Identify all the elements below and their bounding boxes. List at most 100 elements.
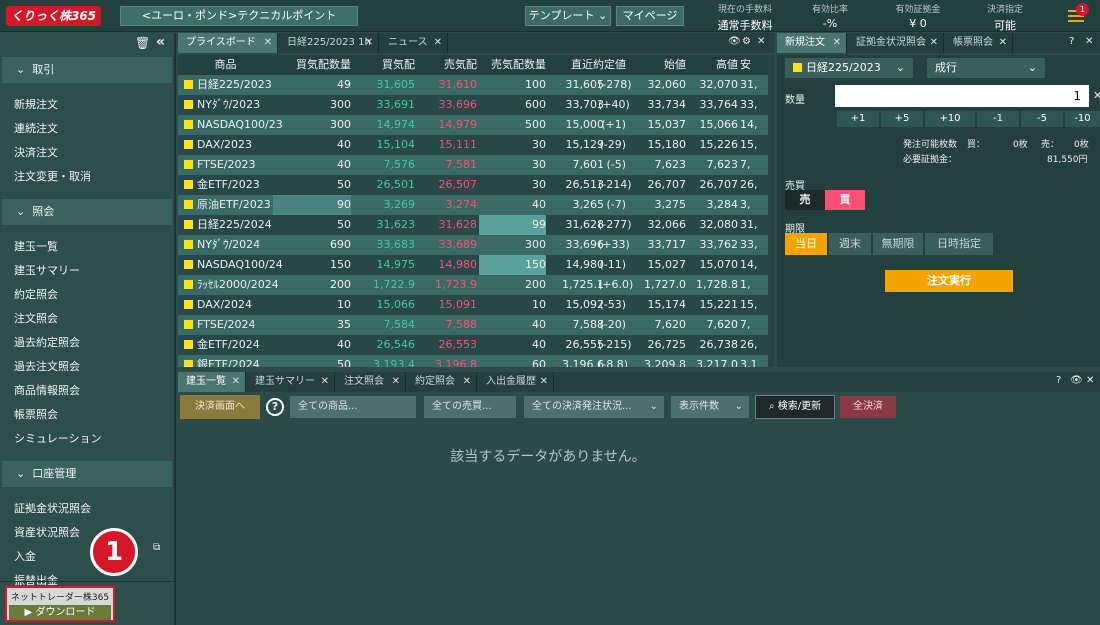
sidebar-item-modify-order[interactable]: 注文変更・取消	[0, 165, 174, 189]
close-icon[interactable]: ✕	[434, 33, 442, 53]
sidebar-item-deposit[interactable]: 入金	[0, 545, 174, 569]
column-header[interactable]: 買気配	[353, 55, 415, 75]
sell-button[interactable]: 売	[785, 190, 825, 210]
buy-button[interactable]: 買	[825, 190, 865, 210]
brand-logo[interactable]: くりっく株365	[6, 6, 101, 26]
close-icon[interactable]: ✕	[321, 372, 329, 392]
trash-icon[interactable]: 🗑	[135, 36, 150, 50]
sidebar-section-trade[interactable]: ⌄ 取引	[2, 57, 172, 83]
term-today-button[interactable]: 当日	[785, 233, 827, 255]
settle-screen-button[interactable]: 決済画面へ	[180, 395, 260, 419]
news-ticker-title[interactable]: <ユーロ・ポンド>テクニカルポイント	[120, 6, 358, 26]
external-link-icon[interactable]: ⧉	[153, 542, 160, 553]
sidebar-item-new-order[interactable]: 新規注文	[0, 93, 174, 117]
price-scrollbar[interactable]	[768, 55, 774, 367]
submit-order-button[interactable]: 注文実行	[885, 270, 1013, 292]
sidebar-item-simulation[interactable]: シミュレーション	[0, 427, 174, 451]
qty-input[interactable]: 1	[835, 85, 1089, 107]
eye-icon[interactable]: 👁	[728, 36, 741, 47]
product-select[interactable]: 日経225/2023 ⌄	[785, 58, 913, 78]
product-filter[interactable]: 全ての商品...	[290, 396, 416, 418]
close-icon[interactable]: ✕	[463, 372, 471, 392]
tab-orders[interactable]: 注文照会 ✕	[336, 372, 406, 392]
sidebar-item-settle-order[interactable]: 決済注文	[0, 141, 174, 165]
close-icon[interactable]: ✕	[392, 372, 400, 392]
gear-icon[interactable]: ⚙	[742, 36, 751, 47]
clear-icon[interactable]: ✕	[1093, 89, 1100, 102]
column-header[interactable]: 買気配数量	[273, 55, 351, 75]
column-header[interactable]: 売気配数量	[479, 55, 546, 75]
tab-priceboard[interactable]: プライスボード ✕	[178, 33, 278, 53]
sidebar-item-executions[interactable]: 約定照会	[0, 283, 174, 307]
table-row[interactable]: NASDAQ100/23 300 14,974 14,979 500 15,000 (+1)…	[178, 115, 768, 135]
term-indefinite-button[interactable]: 無期限	[873, 233, 923, 255]
close-icon[interactable]: ✕	[1086, 375, 1094, 386]
column-header[interactable]: 商品	[178, 55, 273, 75]
table-row[interactable]: 金ETF/2024 40 26,546 26,553 40 26,555 (-215) 26,…	[178, 335, 768, 355]
search-refresh-button[interactable]: ⌕ 検索/更新	[755, 395, 835, 419]
tab-positions[interactable]: 建玉一覧 ✕	[178, 372, 246, 392]
step-minus-10[interactable]: -10	[1065, 111, 1100, 127]
sidebar-item-continuous-order[interactable]: 連続注文	[0, 117, 174, 141]
step-minus-5[interactable]: -5	[1021, 111, 1063, 127]
close-icon[interactable]: ✕	[833, 33, 841, 53]
step-plus-5[interactable]: +5	[881, 111, 923, 127]
status-filter[interactable]: 全ての決済発注状況... ⌄	[524, 396, 664, 418]
column-header[interactable]: 高値	[688, 55, 738, 75]
table-row[interactable]: 日経225/2024 50 31,623 31,628 99 31,628 (-277) 32…	[178, 215, 768, 235]
help-icon[interactable]: ?	[266, 398, 284, 416]
table-row[interactable]: FTSE/2023 40 7,576 7,581 30 7,601 (-5) 7,623 7,6…	[178, 155, 768, 175]
sidebar-item-past-executions[interactable]: 過去約定照会	[0, 331, 174, 355]
sidebar-item-reports[interactable]: 帳票照会	[0, 403, 174, 427]
column-header[interactable]: 安	[740, 55, 768, 75]
sidebar-item-positions[interactable]: 建玉一覧	[0, 235, 174, 259]
table-row[interactable]: 銀ETF/2024 50 3,193.4 3,196.8 60 3,196.6 (-8.8)…	[178, 355, 768, 367]
table-row[interactable]: NASDAQ100/24 150 14,975 14,980 150 14,980 (-11…	[178, 255, 768, 275]
step-plus-10[interactable]: +10	[925, 111, 975, 127]
sidebar-item-product-info[interactable]: 商品情報照会	[0, 379, 174, 403]
tab-news[interactable]: ニュース ✕	[380, 33, 448, 53]
tab-reports[interactable]: 帳票照会 ✕	[945, 33, 1013, 53]
collapse-icon[interactable]: «	[156, 34, 165, 50]
table-row[interactable]: NYﾀﾞｳ/2024 690 33,683 33,689 300 33,696 (+33) 3…	[178, 235, 768, 255]
table-row[interactable]: FTSE/2024 35 7,584 7,588 40 7,588 (-20) 7,620 7,…	[178, 315, 768, 335]
download-button[interactable]: ▶ ダウンロード	[9, 605, 111, 620]
term-week-button[interactable]: 週末	[829, 233, 871, 255]
table-row[interactable]: DAX/2023 40 15,104 15,111 30 15,129 (-29) 15,18…	[178, 135, 768, 155]
sidebar-section-inquiry[interactable]: ⌄ 照会	[2, 199, 172, 225]
tab-new-order[interactable]: 新規注文 ✕	[777, 33, 847, 53]
term-datetime-button[interactable]: 日時指定	[925, 233, 993, 255]
table-row[interactable]: ﾗｯｾﾙ2000/2024 200 1,722.9 1,723.9 200 1,725.1…	[178, 275, 768, 295]
download-banner[interactable]: ネットトレーダー株365 ▶ ダウンロード	[5, 586, 115, 622]
sidebar-item-asset-status[interactable]: 資産状況照会	[0, 521, 174, 545]
column-header[interactable]: 売気配	[415, 55, 477, 75]
column-header[interactable]: 直近約定値	[548, 55, 626, 75]
close-icon[interactable]: ✕	[757, 36, 765, 47]
tab-executions[interactable]: 約定照会 ✕	[407, 372, 477, 392]
settle-all-button[interactable]: 全決済	[840, 396, 896, 418]
tab-cash-history[interactable]: 入出金履歴 ✕	[478, 372, 554, 392]
table-row[interactable]: 原油ETF/2023 90 3,269 3,274 40 3,265 (-7) 3,275 3,…	[178, 195, 768, 215]
template-dropdown[interactable]: テンプレート ⌄	[525, 6, 611, 26]
sidebar-item-position-summary[interactable]: 建玉サマリー	[0, 259, 174, 283]
table-row[interactable]: NYﾀﾞｳ/2023 300 33,691 33,696 600 33,703 (+40) 3…	[178, 95, 768, 115]
help-icon[interactable]: ?	[1069, 36, 1074, 47]
column-header[interactable]: 始値	[629, 55, 686, 75]
close-icon[interactable]: ✕	[540, 372, 548, 392]
tab-position-summary[interactable]: 建玉サマリー ✕	[247, 372, 335, 392]
step-plus-1[interactable]: +1	[837, 111, 879, 127]
table-row[interactable]: 金ETF/2023 50 26,501 26,507 30 26,513 (-214) 26,…	[178, 175, 768, 195]
close-icon[interactable]: ✕	[232, 372, 240, 392]
sidebar-item-margin-status[interactable]: 証拠金状況照会	[0, 497, 174, 521]
step-minus-1[interactable]: -1	[977, 111, 1019, 127]
table-row[interactable]: DAX/2024 10 15,066 15,091 10 15,092 (-53) 15,17…	[178, 295, 768, 315]
order-type-select[interactable]: 成行 ⌄	[927, 58, 1045, 78]
side-filter[interactable]: 全ての売買...	[424, 396, 516, 418]
help-icon[interactable]: ?	[1056, 375, 1061, 386]
count-filter[interactable]: 表示件数 ⌄	[671, 396, 749, 418]
eye-icon[interactable]: 👁	[1070, 375, 1083, 386]
close-icon[interactable]: ✕	[264, 33, 272, 53]
close-icon[interactable]: ✕	[365, 33, 373, 53]
sidebar-section-account[interactable]: ⌄ 口座管理	[2, 461, 172, 487]
sidebar-item-past-orders[interactable]: 過去注文照会	[0, 355, 174, 379]
